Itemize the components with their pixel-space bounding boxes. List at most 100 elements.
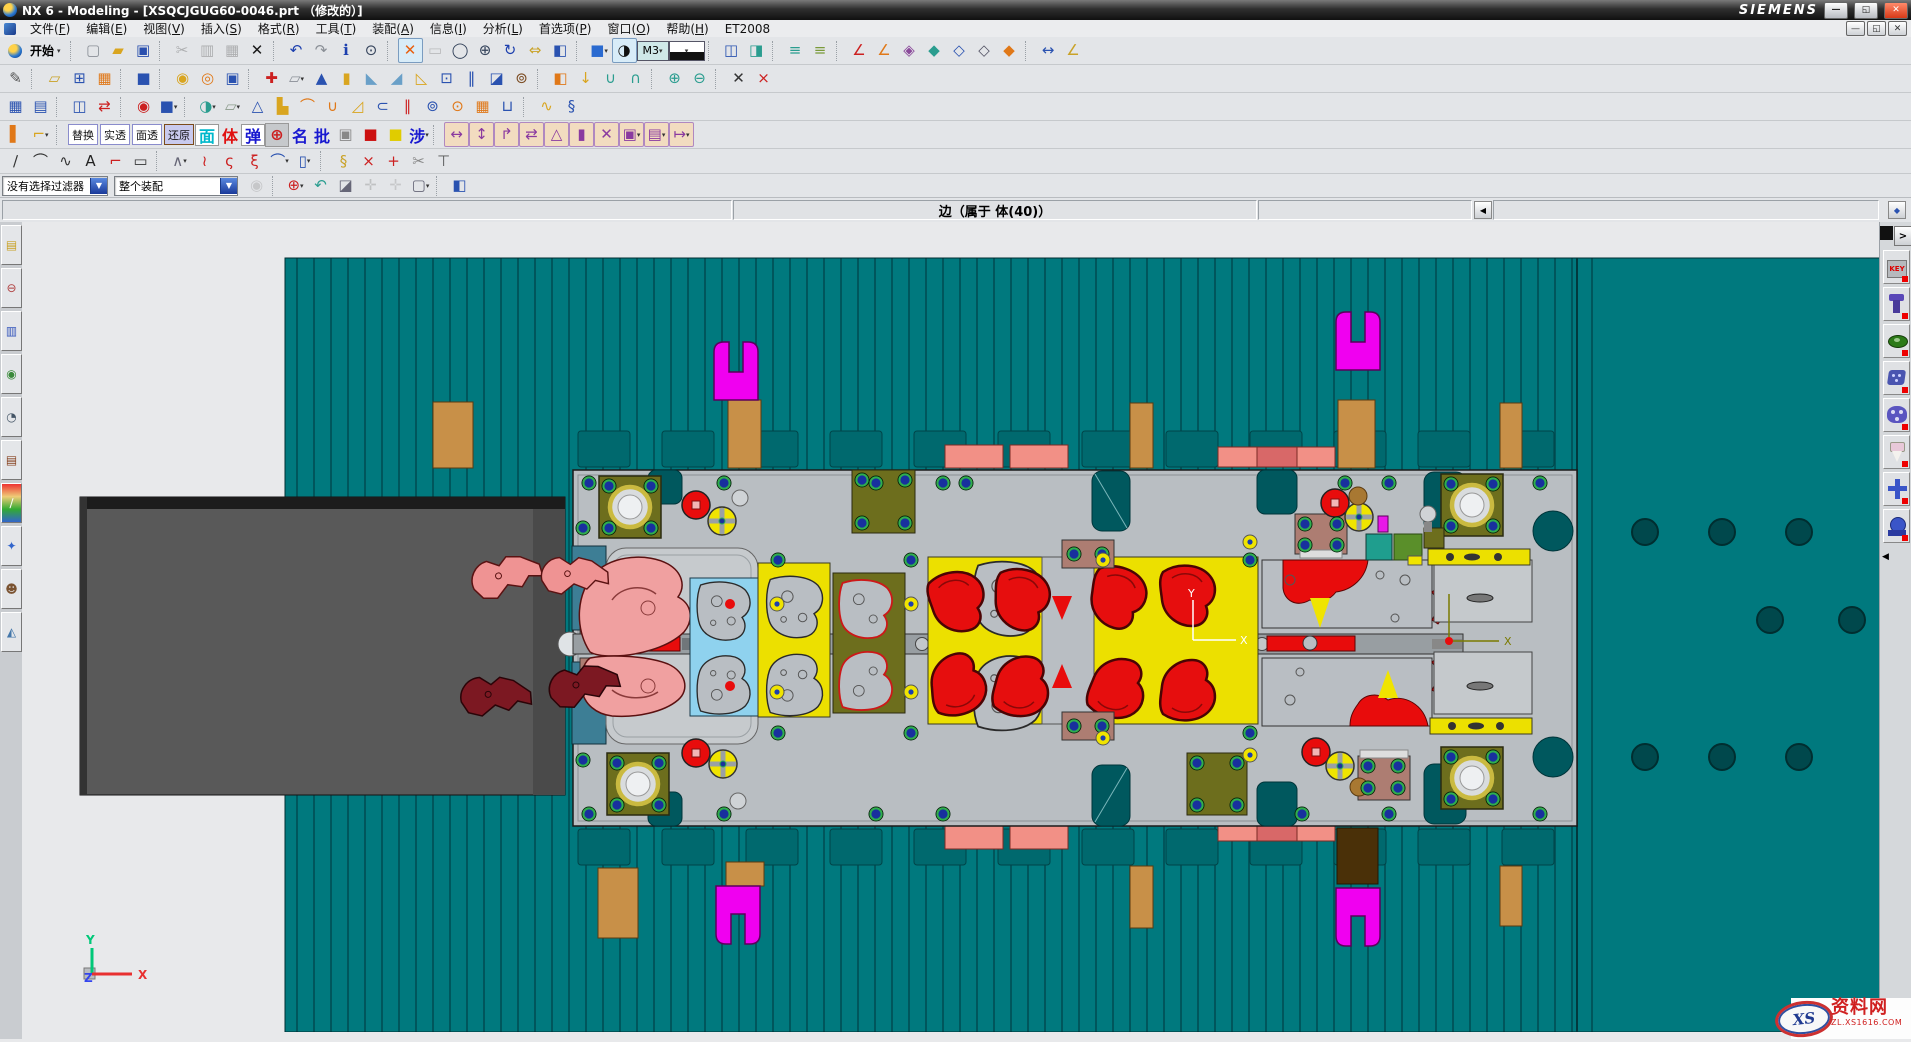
unite-icon[interactable]: ∪ — [598, 66, 623, 91]
mirror-body-icon[interactable]: ◫ — [67, 94, 92, 119]
copy-object-icon[interactable]: ▣ — [333, 122, 358, 147]
extrude-icon[interactable]: △ — [245, 94, 270, 119]
corner-icon[interactable]: ⌐ — [103, 149, 128, 174]
project-curve-icon[interactable]: ⊤ — [431, 149, 456, 174]
clip-section-icon[interactable]: ◫ — [719, 38, 744, 63]
show-hide-icon[interactable]: ◆ — [922, 38, 947, 63]
space-component-icon[interactable]: ↦▾ — [669, 122, 694, 147]
rectangle-icon[interactable]: ▭ — [128, 149, 153, 174]
delete-component-icon[interactable]: ✕ — [594, 122, 619, 147]
expand-library-button[interactable]: > — [1894, 226, 1911, 246]
lock-selection-icon[interactable]: ◉ — [244, 173, 269, 198]
blade-2-icon[interactable]: ◢ — [384, 66, 409, 91]
spline-edit-1-icon[interactable]: ≀ — [192, 149, 217, 174]
shaded-view-icon[interactable]: ■▾ — [587, 38, 612, 63]
snap-end-icon[interactable]: ✛ — [383, 173, 408, 198]
helix-icon[interactable]: § — [559, 94, 584, 119]
menu-et2008[interactable]: ET2008 — [717, 21, 778, 37]
menu-item-r[interactable]: 格式(R) — [250, 19, 308, 38]
paste-icon[interactable]: ▦ — [220, 38, 245, 63]
die-base-icon[interactable]: ▌ — [3, 122, 28, 147]
sketch-icon[interactable]: ✎ — [3, 66, 28, 91]
hole-icon[interactable]: ⊚ — [420, 94, 445, 119]
materials-tab[interactable]: ◭ — [1, 612, 22, 652]
trim-sheet-icon[interactable]: ◧ — [548, 66, 573, 91]
snap-point-icon[interactable]: ✛ — [358, 173, 383, 198]
minimize-button[interactable]: — — [1824, 2, 1848, 19]
menu-item-e[interactable]: 编辑(E) — [78, 19, 135, 38]
body-tool-icon[interactable]: 体 — [219, 124, 241, 146]
trim-body-icon[interactable]: ◪ — [484, 66, 509, 91]
punch-tip-item[interactable] — [1883, 435, 1910, 469]
clip-work-section-icon[interactable]: ◨ — [744, 38, 769, 63]
suppress-feature-icon[interactable]: × — [751, 66, 776, 91]
station-blue-plate[interactable] — [690, 578, 758, 716]
sheet-metal-icon[interactable]: ◺ — [409, 66, 434, 91]
selection-filter-combo[interactable]: 没有选择过滤器 ▼ — [2, 176, 108, 196]
bend-1-icon[interactable]: ⌒ — [295, 94, 320, 119]
interference-tool-icon[interactable]: 涉▾ — [408, 124, 430, 146]
shell-icon[interactable]: ⊂ — [370, 94, 395, 119]
assembly-navigator-tab[interactable]: ▤ — [1, 225, 22, 265]
palettes-tab[interactable]: ▤ — [1, 440, 22, 480]
bend-2-icon[interactable]: ∪ — [320, 94, 345, 119]
block-2-icon[interactable]: ▣ — [220, 66, 245, 91]
wcs-orient-icon[interactable]: ∠ — [847, 38, 872, 63]
extend-surface-icon[interactable]: ▯▾ — [292, 149, 317, 174]
spline-edit-3-icon[interactable]: ξ — [242, 149, 267, 174]
line-icon[interactable]: ∕ — [3, 149, 28, 174]
background-color-box[interactable]: ▾ — [669, 41, 705, 61]
plate-part-item[interactable] — [1883, 398, 1910, 432]
yellow-cube-icon[interactable]: ■ — [383, 122, 408, 147]
menu-item-l[interactable]: 分析(L) — [475, 19, 531, 38]
search-icon[interactable]: ⊙ — [359, 38, 384, 63]
boolean-icon[interactable]: ◑▾ — [195, 94, 220, 119]
snip-curve-icon[interactable]: ✂ — [406, 149, 431, 174]
restore-button[interactable]: 还原 — [164, 124, 194, 145]
history-tab[interactable]: ◔ — [1, 397, 22, 437]
menu-item-p[interactable]: 首选项(P) — [531, 19, 600, 38]
replace-component-icon[interactable]: ⇄ — [519, 122, 544, 147]
mdi-minimize-button[interactable]: — — [1846, 21, 1865, 36]
center-target-icon[interactable]: ⊕ — [265, 123, 289, 147]
revolve-pin-icon[interactable]: ◉ — [170, 66, 195, 91]
redo-icon[interactable]: ↷ — [309, 38, 334, 63]
move-component-icon[interactable]: ↔ — [444, 122, 469, 147]
restore-selection-icon[interactable]: ↶ — [308, 173, 333, 198]
station-yellow-plate[interactable] — [758, 563, 830, 717]
rotate-view-icon[interactable]: ↻ — [498, 38, 523, 63]
menu-item-s[interactable]: 插入(S) — [193, 19, 250, 38]
delete-icon[interactable]: ✕ — [245, 38, 270, 63]
internet-explorer-tab[interactable]: ◉ — [1, 354, 22, 394]
graphics-window[interactable]: Y X X Y X Z — [22, 222, 1880, 1039]
zoom-box-icon[interactable]: ▭ — [423, 38, 448, 63]
intersect-icon[interactable]: ∩ — [623, 66, 648, 91]
snap-select-icon[interactable]: ⊕▾ — [283, 173, 308, 198]
batch-tool-icon[interactable]: 批 — [311, 124, 333, 146]
rib-icon[interactable]: ∥ — [395, 94, 420, 119]
datum-grid-icon[interactable]: ▦ — [92, 66, 117, 91]
wave-linker-icon[interactable]: § — [331, 149, 356, 174]
gold-block-icon[interactable]: ▮ — [334, 66, 359, 91]
view-layout-box[interactable]: M3▾ — [637, 41, 669, 61]
roles-tab[interactable]: ☻ — [1, 569, 22, 609]
status-collapse-button[interactable]: ◀ — [1474, 201, 1492, 219]
measure-distance-icon[interactable]: ↔ — [1036, 38, 1061, 63]
save-icon[interactable]: ▣ — [131, 38, 156, 63]
extrude-cone-icon[interactable]: ▲ — [309, 66, 334, 91]
selection-scope-combo[interactable]: 整个装配 ▼ — [114, 176, 238, 196]
solid-translucent-button[interactable]: 实透 — [100, 124, 130, 145]
marquee-select-icon[interactable]: ▢▾ — [408, 173, 433, 198]
station-olive-plate[interactable] — [833, 573, 905, 713]
cube-hole-icon[interactable]: ⊡ — [434, 66, 459, 91]
revolve-icon[interactable]: ◎ — [195, 66, 220, 91]
cylinder-pair-icon[interactable]: ‖ — [459, 66, 484, 91]
pattern-rect-icon[interactable]: ▦ — [3, 94, 28, 119]
pattern-list-icon[interactable]: ▤ — [28, 94, 53, 119]
hole-body-icon[interactable]: ⊚ — [509, 66, 534, 91]
datum-csys-icon[interactable]: ⊞ — [67, 66, 92, 91]
boss-icon[interactable]: ⊙ — [445, 94, 470, 119]
replace-button[interactable]: 替换 — [68, 124, 98, 145]
cut-icon[interactable]: ✂ — [170, 38, 195, 63]
polyline-icon[interactable]: ∧▾ — [167, 149, 192, 174]
